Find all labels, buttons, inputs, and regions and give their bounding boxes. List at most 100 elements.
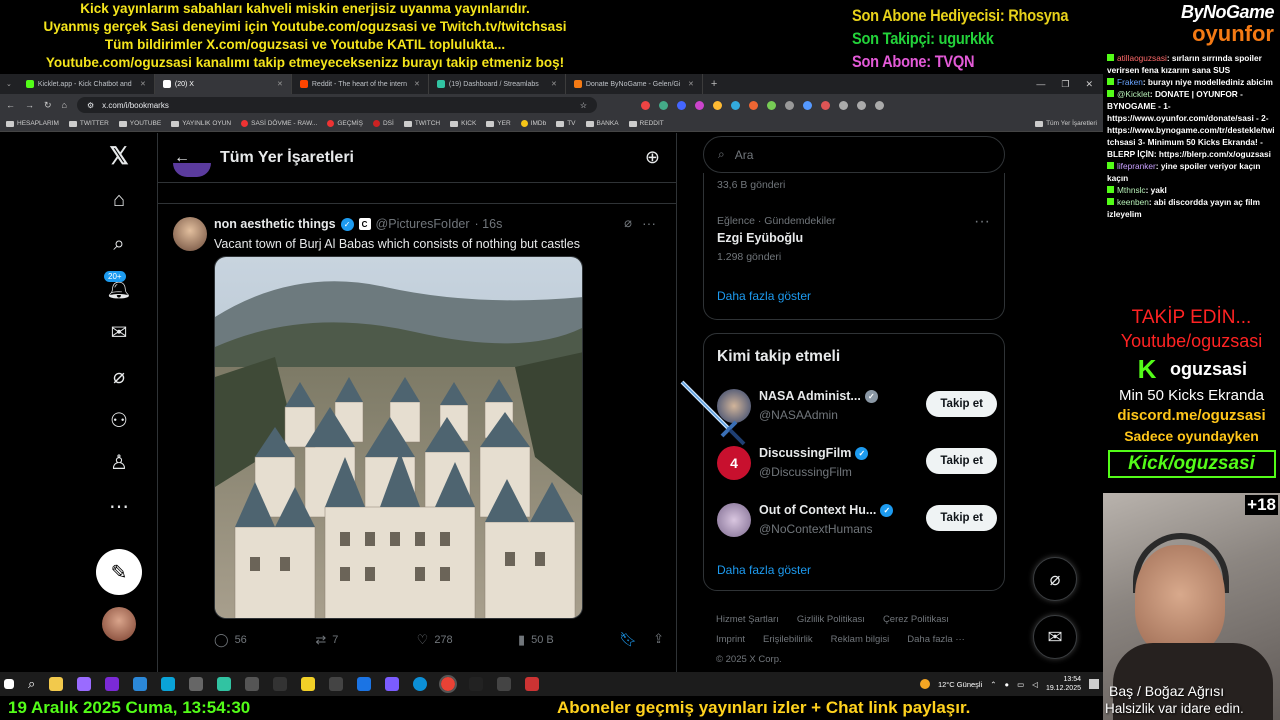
- grok-floating-button[interactable]: ⌀: [1033, 557, 1077, 601]
- tweet-image[interactable]: [214, 256, 583, 619]
- nocontexthumans-avatar[interactable]: [717, 503, 751, 537]
- follow-button[interactable]: Takip et: [926, 448, 997, 474]
- bookmark-item[interactable]: GEÇMİŞ: [327, 120, 363, 127]
- close-window-icon[interactable]: ✕: [1085, 79, 1093, 90]
- follow-button[interactable]: Takip et: [926, 505, 997, 531]
- bookmark-item[interactable]: KICK: [450, 120, 476, 127]
- close-icon[interactable]: ✕: [140, 80, 146, 88]
- app-icon[interactable]: [189, 677, 204, 691]
- clock[interactable]: 13:54 19.12.2025: [1046, 675, 1081, 693]
- extension-icon[interactable]: [748, 100, 758, 110]
- bookmark-star-icon[interactable]: ☆: [580, 101, 587, 110]
- search-input[interactable]: ⌕ Ara: [703, 136, 1005, 173]
- site-info-icon[interactable]: ⚙: [87, 101, 94, 110]
- views-button[interactable]: ▮ 50 B: [518, 631, 619, 648]
- trend-name[interactable]: Ezgi Eyüboğlu: [717, 231, 803, 245]
- bookmark-item[interactable]: IMDb: [520, 120, 546, 127]
- reload-icon[interactable]: ↻: [44, 100, 52, 111]
- footer-link[interactable]: Gizlilik Politikası: [797, 614, 865, 625]
- x-logo-icon[interactable]: 𝕏: [96, 141, 142, 171]
- explore-search-icon[interactable]: ⌕: [96, 229, 142, 259]
- tray-chevron-icon[interactable]: ⌃: [990, 680, 996, 689]
- extension-icon[interactable]: [802, 100, 812, 110]
- home-icon[interactable]: ⌂: [96, 185, 142, 215]
- like-button[interactable]: ♡ 278: [417, 631, 518, 648]
- bookmark-item[interactable]: TWITTER: [68, 120, 109, 127]
- footer-link[interactable]: Reklam bilgisi: [831, 634, 890, 645]
- close-icon[interactable]: ✕: [414, 80, 420, 88]
- app-icon[interactable]: [357, 677, 372, 691]
- bookmark-item[interactable]: YAYINLIK OYUN: [171, 120, 231, 127]
- reply-button[interactable]: ◯ 56: [214, 631, 315, 648]
- bookmark-item[interactable]: TWITCH: [403, 120, 440, 127]
- app-icon[interactable]: [469, 677, 484, 691]
- app-icon[interactable]: [525, 677, 540, 691]
- app-icon[interactable]: [329, 677, 344, 691]
- back-icon[interactable]: ←: [6, 100, 15, 110]
- home-icon[interactable]: ⌂: [62, 100, 67, 110]
- follow-button[interactable]: Takip et: [926, 391, 997, 417]
- follow-suggestion[interactable]: 4 DiscussingFilm ✓ @DiscussingFilm Takip …: [717, 444, 997, 484]
- menu-icon[interactable]: [874, 100, 884, 110]
- grok-explain-icon[interactable]: ⌀: [624, 215, 632, 231]
- tweet-more-icon[interactable]: ···: [642, 215, 656, 231]
- extension-icon[interactable]: [766, 100, 776, 110]
- bookmark-item[interactable]: BANKA: [585, 120, 619, 127]
- trends-show-more[interactable]: Daha fazla göster: [717, 289, 811, 303]
- extension-icon[interactable]: [694, 100, 704, 110]
- onenote-icon[interactable]: [105, 677, 120, 691]
- minimize-icon[interactable]: —: [1036, 79, 1045, 90]
- extension-icon[interactable]: [640, 100, 650, 110]
- footer-link[interactable]: Imprint: [716, 634, 745, 645]
- file-explorer-icon[interactable]: [49, 677, 64, 691]
- bookmark-item[interactable]: TV: [556, 120, 576, 127]
- tab-kicklet[interactable]: Kicklet.app - Kick Chatbot and ✕: [18, 74, 155, 94]
- chrome-icon[interactable]: [439, 675, 458, 693]
- extension-icon[interactable]: [676, 100, 686, 110]
- post-button[interactable]: ✎: [96, 549, 142, 595]
- follow-suggestion[interactable]: NASA Administ... ✓ @NASAAdmin Takip et: [717, 387, 997, 427]
- add-folder-icon[interactable]: ⊕: [645, 147, 660, 168]
- app-icon[interactable]: [497, 677, 512, 691]
- bookmark-item[interactable]: SASİ DÖVME - RAW...: [241, 120, 317, 127]
- tweet-handle[interactable]: @PicturesFoIder: [376, 217, 470, 231]
- more-icon[interactable]: ⋯: [96, 491, 142, 521]
- bookmark-filled-icon[interactable]: 🔖︎: [619, 631, 637, 648]
- streamlabs-icon[interactable]: [217, 677, 232, 691]
- app-icon[interactable]: [385, 677, 400, 691]
- bookmark-item[interactable]: REDDIT: [628, 120, 664, 127]
- camera-icon[interactable]: [245, 677, 260, 691]
- close-icon[interactable]: ✕: [277, 80, 283, 88]
- tweet-author-avatar[interactable]: [173, 217, 207, 251]
- tweet-time[interactable]: · 16s: [475, 217, 503, 231]
- account-name[interactable]: NASA Administ...: [759, 389, 861, 403]
- trend-more-icon[interactable]: ···: [974, 213, 990, 231]
- edge-icon[interactable]: [413, 677, 428, 691]
- who-to-follow-show-more[interactable]: Daha fazla göster: [717, 563, 811, 577]
- extension-icon[interactable]: [730, 100, 740, 110]
- follow-suggestion[interactable]: Out of Context Hu... ✓ @NoContextHumans T…: [717, 501, 997, 541]
- start-icon[interactable]: [4, 679, 14, 689]
- tweet-author-name[interactable]: non aesthetic things: [214, 217, 336, 231]
- repost-button[interactable]: ⇄ 7: [315, 631, 416, 648]
- notification-center-icon[interactable]: [1089, 679, 1099, 689]
- extension-icon[interactable]: [712, 100, 722, 110]
- close-icon[interactable]: ✕: [688, 80, 694, 88]
- profile-icon[interactable]: ♙: [96, 447, 142, 477]
- maximize-icon[interactable]: ❐: [1061, 79, 1069, 90]
- bookmark-item[interactable]: YER: [486, 120, 511, 127]
- mic-icon[interactable]: ●: [1005, 680, 1010, 689]
- account-name[interactable]: Out of Context Hu...: [759, 503, 876, 517]
- share-icon[interactable]: ⇪: [653, 631, 664, 648]
- account-avatar[interactable]: [102, 607, 136, 641]
- discussingfilm-avatar[interactable]: 4: [717, 446, 751, 480]
- weather-text[interactable]: 12°C Güneşli: [938, 680, 982, 689]
- tab-bynogame[interactable]: Donate ByNoGame - Gelen/Gi ✕: [566, 74, 703, 94]
- footer-link[interactable]: Çerez Politikası: [883, 614, 949, 625]
- download-icon[interactable]: [856, 100, 866, 110]
- footer-link[interactable]: Erişilebilirlik: [763, 634, 813, 645]
- app-icon[interactable]: [161, 677, 176, 691]
- app-icon[interactable]: [273, 677, 288, 691]
- all-bookmarks[interactable]: Tüm Yer İşaretleri: [1035, 120, 1097, 127]
- bookmark-item[interactable]: HESAPLARIM: [6, 120, 59, 127]
